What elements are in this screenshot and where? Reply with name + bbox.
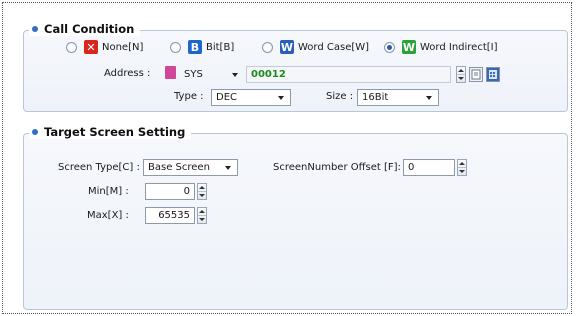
address-device-select[interactable]: SYS: [180, 66, 244, 83]
arrow-up-icon: [199, 186, 205, 189]
bullet-icon: [32, 26, 38, 32]
offset-field[interactable]: 0: [403, 159, 455, 176]
arrow-up-icon: [459, 162, 465, 165]
chevron-down-icon: [232, 72, 238, 77]
arrow-down-icon: [459, 170, 465, 173]
chevron-down-icon: [278, 95, 284, 100]
max-spinner[interactable]: [197, 207, 207, 224]
word-indirect-icon: W: [402, 40, 416, 54]
radio-button-selected[interactable]: [384, 41, 395, 53]
browse-icon: [471, 69, 481, 80]
radio-button[interactable]: [262, 41, 273, 53]
min-field[interactable]: 0: [145, 183, 195, 200]
target-screen-group: Target Screen Setting: [23, 125, 568, 310]
screen-type-label: Screen Type[C] :: [58, 162, 140, 173]
offset-label: ScreenNumber Offset [F]:: [273, 162, 401, 173]
radio-button[interactable]: [170, 41, 181, 53]
size-label: Size :: [326, 91, 354, 102]
radio-word-indirect[interactable]: W Word Indirect[I]: [384, 40, 498, 54]
radio-word-case[interactable]: W Word Case[W]: [262, 40, 369, 54]
max-field[interactable]: 65535: [145, 207, 195, 224]
target-screen-title: Target Screen Setting: [29, 125, 192, 139]
arrow-up-icon: [458, 69, 464, 72]
bit-icon: B: [188, 40, 202, 54]
word-icon: W: [280, 40, 294, 54]
arrow-down-icon: [199, 194, 205, 197]
address-keypad-button[interactable]: [486, 67, 500, 82]
type-label: Type :: [174, 91, 204, 102]
none-icon: ✕: [84, 40, 98, 54]
bullet-icon: [32, 129, 38, 135]
arrow-up-icon: [199, 210, 205, 213]
min-spinner[interactable]: [197, 183, 207, 200]
chevron-down-icon: [426, 95, 432, 100]
max-label: Max[X] :: [87, 210, 129, 221]
min-label: Min[M] :: [88, 186, 129, 197]
arrow-down-icon: [458, 77, 464, 80]
chevron-down-icon: [225, 165, 231, 170]
address-browse-button[interactable]: [469, 67, 483, 82]
address-label: Address :: [104, 68, 151, 79]
radio-button[interactable]: [66, 41, 77, 53]
address-value-field[interactable]: 00012: [246, 66, 451, 83]
screen-type-select[interactable]: Base Screen: [143, 159, 238, 176]
type-select[interactable]: DEC: [211, 89, 291, 106]
radio-bit[interactable]: B Bit[B]: [170, 40, 234, 54]
call-condition-title: Call Condition: [29, 22, 141, 36]
sys-device-icon: [165, 66, 176, 79]
offset-spinner[interactable]: [457, 159, 467, 176]
arrow-down-icon: [199, 218, 205, 221]
size-select[interactable]: 16Bit: [357, 89, 439, 106]
radio-none[interactable]: ✕ None[N]: [66, 40, 143, 54]
address-spinner[interactable]: [456, 66, 466, 83]
keypad-icon: [489, 70, 497, 79]
